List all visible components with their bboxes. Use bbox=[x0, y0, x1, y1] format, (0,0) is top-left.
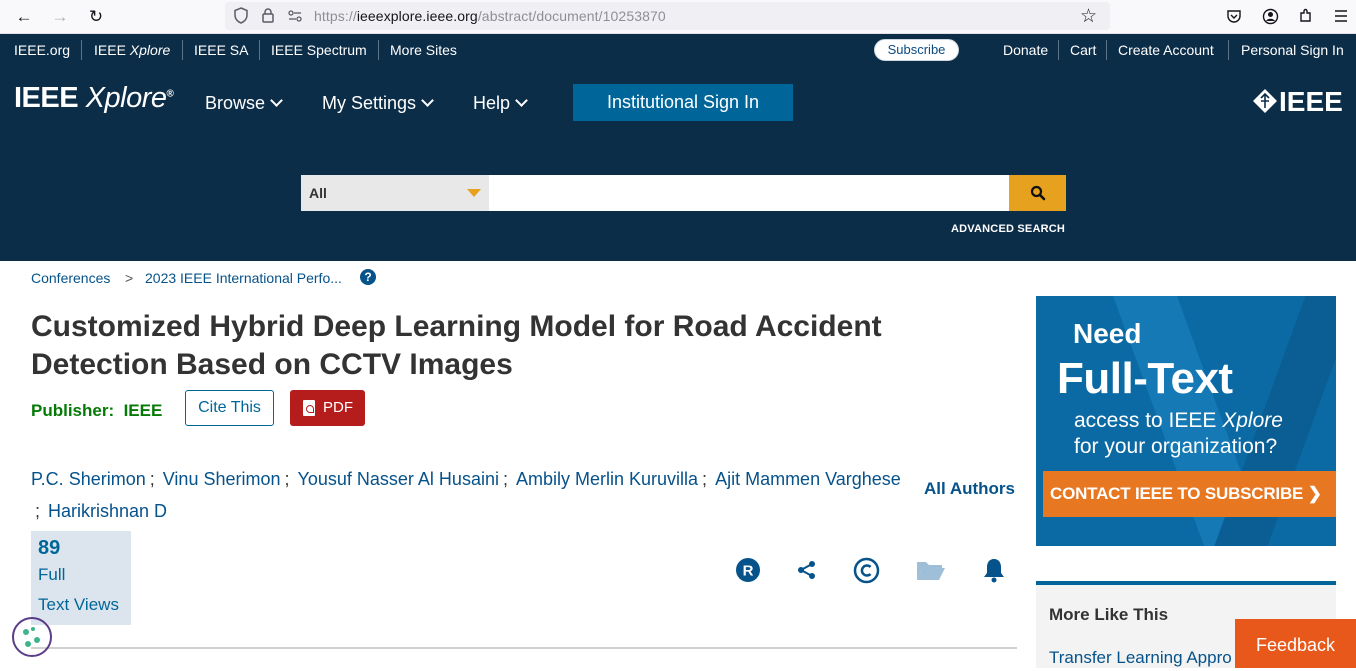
help-icon[interactable]: ? bbox=[360, 269, 376, 285]
reload-icon[interactable]: ↻ bbox=[84, 5, 108, 29]
metric-value: 89 bbox=[38, 537, 61, 559]
pdf-icon bbox=[303, 400, 315, 416]
contact-ieee-subscribe-button[interactable]: CONTACT IEEE TO SUBSCRIBE ❯ bbox=[1043, 471, 1336, 517]
ieee-logo[interactable]: IEEE bbox=[1252, 85, 1343, 118]
cite-this-button[interactable]: Cite This bbox=[185, 390, 274, 426]
bookmark-star-icon[interactable]: ☆ bbox=[1080, 5, 1097, 28]
forward-icon[interactable]: → bbox=[48, 5, 72, 29]
topbar-link-cart[interactable]: Cart bbox=[1070, 42, 1096, 58]
ieee-xplore-logo[interactable]: IEEE Xplore® bbox=[14, 82, 174, 115]
all-authors-link[interactable]: All Authors bbox=[924, 479, 1015, 499]
chevron-down-icon bbox=[421, 94, 434, 107]
ad-headline-large: Full-Text bbox=[1057, 354, 1233, 403]
author-link[interactable]: Vinu Sherimon bbox=[163, 469, 281, 489]
topbar-link-donate[interactable]: Donate bbox=[1003, 42, 1048, 58]
more-like-this-title: More Like This bbox=[1049, 605, 1169, 624]
permissions-icon[interactable] bbox=[287, 8, 303, 24]
topbar-link-ieee-xplore[interactable]: IEEE Xplore bbox=[94, 42, 170, 58]
breadcrumb-conferences[interactable]: Conferences bbox=[31, 270, 110, 286]
divider bbox=[31, 647, 1017, 649]
topbar-link-more-sites[interactable]: More Sites bbox=[390, 42, 457, 58]
shield-icon[interactable] bbox=[233, 7, 249, 24]
menu-browse[interactable]: Browse bbox=[205, 93, 283, 114]
related-article-link[interactable]: Transfer Learning Appro bbox=[1049, 648, 1232, 668]
metric-label: Text Views bbox=[38, 595, 119, 614]
divider bbox=[182, 40, 183, 60]
browser-toolbar: ← → ↻ https://ieeexplore.ieee.org/abstra… bbox=[0, 0, 1356, 34]
divider bbox=[81, 40, 82, 60]
topbar-link-personal-sign-in[interactable]: Personal Sign In bbox=[1241, 42, 1344, 58]
breadcrumb-separator: > bbox=[125, 270, 134, 286]
chevron-right-icon: ❯ bbox=[1307, 484, 1322, 503]
pocket-icon[interactable] bbox=[1223, 5, 1245, 27]
search-input[interactable] bbox=[489, 175, 1009, 211]
folder-icon[interactable] bbox=[915, 556, 947, 584]
url-text[interactable]: https://ieeexplore.ieee.org/abstract/doc… bbox=[314, 8, 666, 24]
publisher-name: IEEE bbox=[123, 401, 163, 420]
divider bbox=[378, 40, 379, 60]
menu-my-settings[interactable]: My Settings bbox=[322, 93, 434, 114]
feedback-button[interactable]: Feedback bbox=[1235, 619, 1356, 668]
author-list: P.C. Sherimon; Vinu Sherimon; Yousuf Nasse… bbox=[31, 469, 901, 521]
page-title: Customized Hybrid Deep Learning Model fo… bbox=[31, 310, 882, 381]
divider bbox=[1228, 40, 1229, 60]
site-header: IEEE Xplore® Browse My Settings Help Ins… bbox=[0, 66, 1356, 261]
divider bbox=[259, 40, 260, 60]
address-bar[interactable]: https://ieeexplore.ieee.org/abstract/doc… bbox=[225, 2, 1110, 30]
rights-permissions-icon[interactable]: R bbox=[734, 556, 762, 584]
author-link[interactable]: Yousuf Nasser Al Husaini bbox=[298, 469, 499, 489]
publisher-label: Publisher: IEEE bbox=[31, 401, 163, 420]
extensions-icon[interactable] bbox=[1295, 5, 1317, 27]
topbar-link-ieee-sa[interactable]: IEEE SA bbox=[194, 42, 248, 58]
breadcrumb-conference-name[interactable]: 2023 IEEE International Perfo... bbox=[145, 270, 342, 286]
ieee-global-bar: IEEE.org IEEE Xplore IEEE SA IEEE Spectr… bbox=[0, 34, 1356, 66]
topbar-link-create-account[interactable]: Create Account bbox=[1118, 42, 1214, 58]
advanced-search-link[interactable]: ADVANCED SEARCH bbox=[951, 223, 1065, 235]
metric-label: Full bbox=[38, 565, 66, 584]
subscribe-button[interactable]: Subscribe bbox=[874, 39, 959, 61]
author-link[interactable]: Ajit Mammen Varghese bbox=[715, 469, 901, 489]
cookie-preferences-icon[interactable] bbox=[12, 617, 52, 657]
search-button[interactable] bbox=[1009, 175, 1066, 211]
chevron-down-icon bbox=[515, 94, 528, 107]
ieee-diamond-icon bbox=[1253, 89, 1277, 113]
lock-icon[interactable] bbox=[261, 7, 275, 24]
divider bbox=[1058, 40, 1059, 60]
dropdown-caret-icon bbox=[467, 189, 481, 197]
topbar-link-ieee-spectrum[interactable]: IEEE Spectrum bbox=[271, 42, 367, 58]
bell-icon[interactable] bbox=[980, 556, 1008, 584]
topbar-link-ieee-org[interactable]: IEEE.org bbox=[14, 42, 70, 58]
pdf-button[interactable]: PDF bbox=[290, 390, 365, 426]
ad-headline: Need bbox=[1073, 318, 1142, 349]
divider bbox=[1106, 40, 1107, 60]
ad-subtext: access to IEEE Xplore for your organizati… bbox=[1074, 409, 1283, 458]
author-link[interactable]: Harikrishnan D bbox=[48, 501, 167, 521]
back-icon[interactable]: ← bbox=[12, 5, 36, 29]
full-text-views-metric[interactable]: 89 Full Text Views bbox=[31, 531, 131, 625]
share-icon[interactable] bbox=[793, 556, 821, 584]
menu-help[interactable]: Help bbox=[473, 93, 528, 114]
author-link[interactable]: Ambily Merlin Kuruvilla bbox=[516, 469, 698, 489]
institutional-sign-in-button[interactable]: Institutional Sign In bbox=[573, 84, 793, 121]
svg-text:R: R bbox=[743, 563, 754, 580]
copyright-icon[interactable] bbox=[852, 556, 880, 584]
subscription-ad[interactable]: Need Full-Text access to IEEE Xplore for … bbox=[1036, 296, 1336, 546]
account-icon[interactable] bbox=[1259, 5, 1281, 27]
author-link[interactable]: P.C. Sherimon bbox=[31, 469, 146, 489]
search-scope-select[interactable]: All bbox=[301, 175, 489, 211]
menu-icon[interactable] bbox=[1330, 5, 1352, 27]
search-icon bbox=[1030, 185, 1045, 201]
chevron-down-icon bbox=[270, 94, 283, 107]
